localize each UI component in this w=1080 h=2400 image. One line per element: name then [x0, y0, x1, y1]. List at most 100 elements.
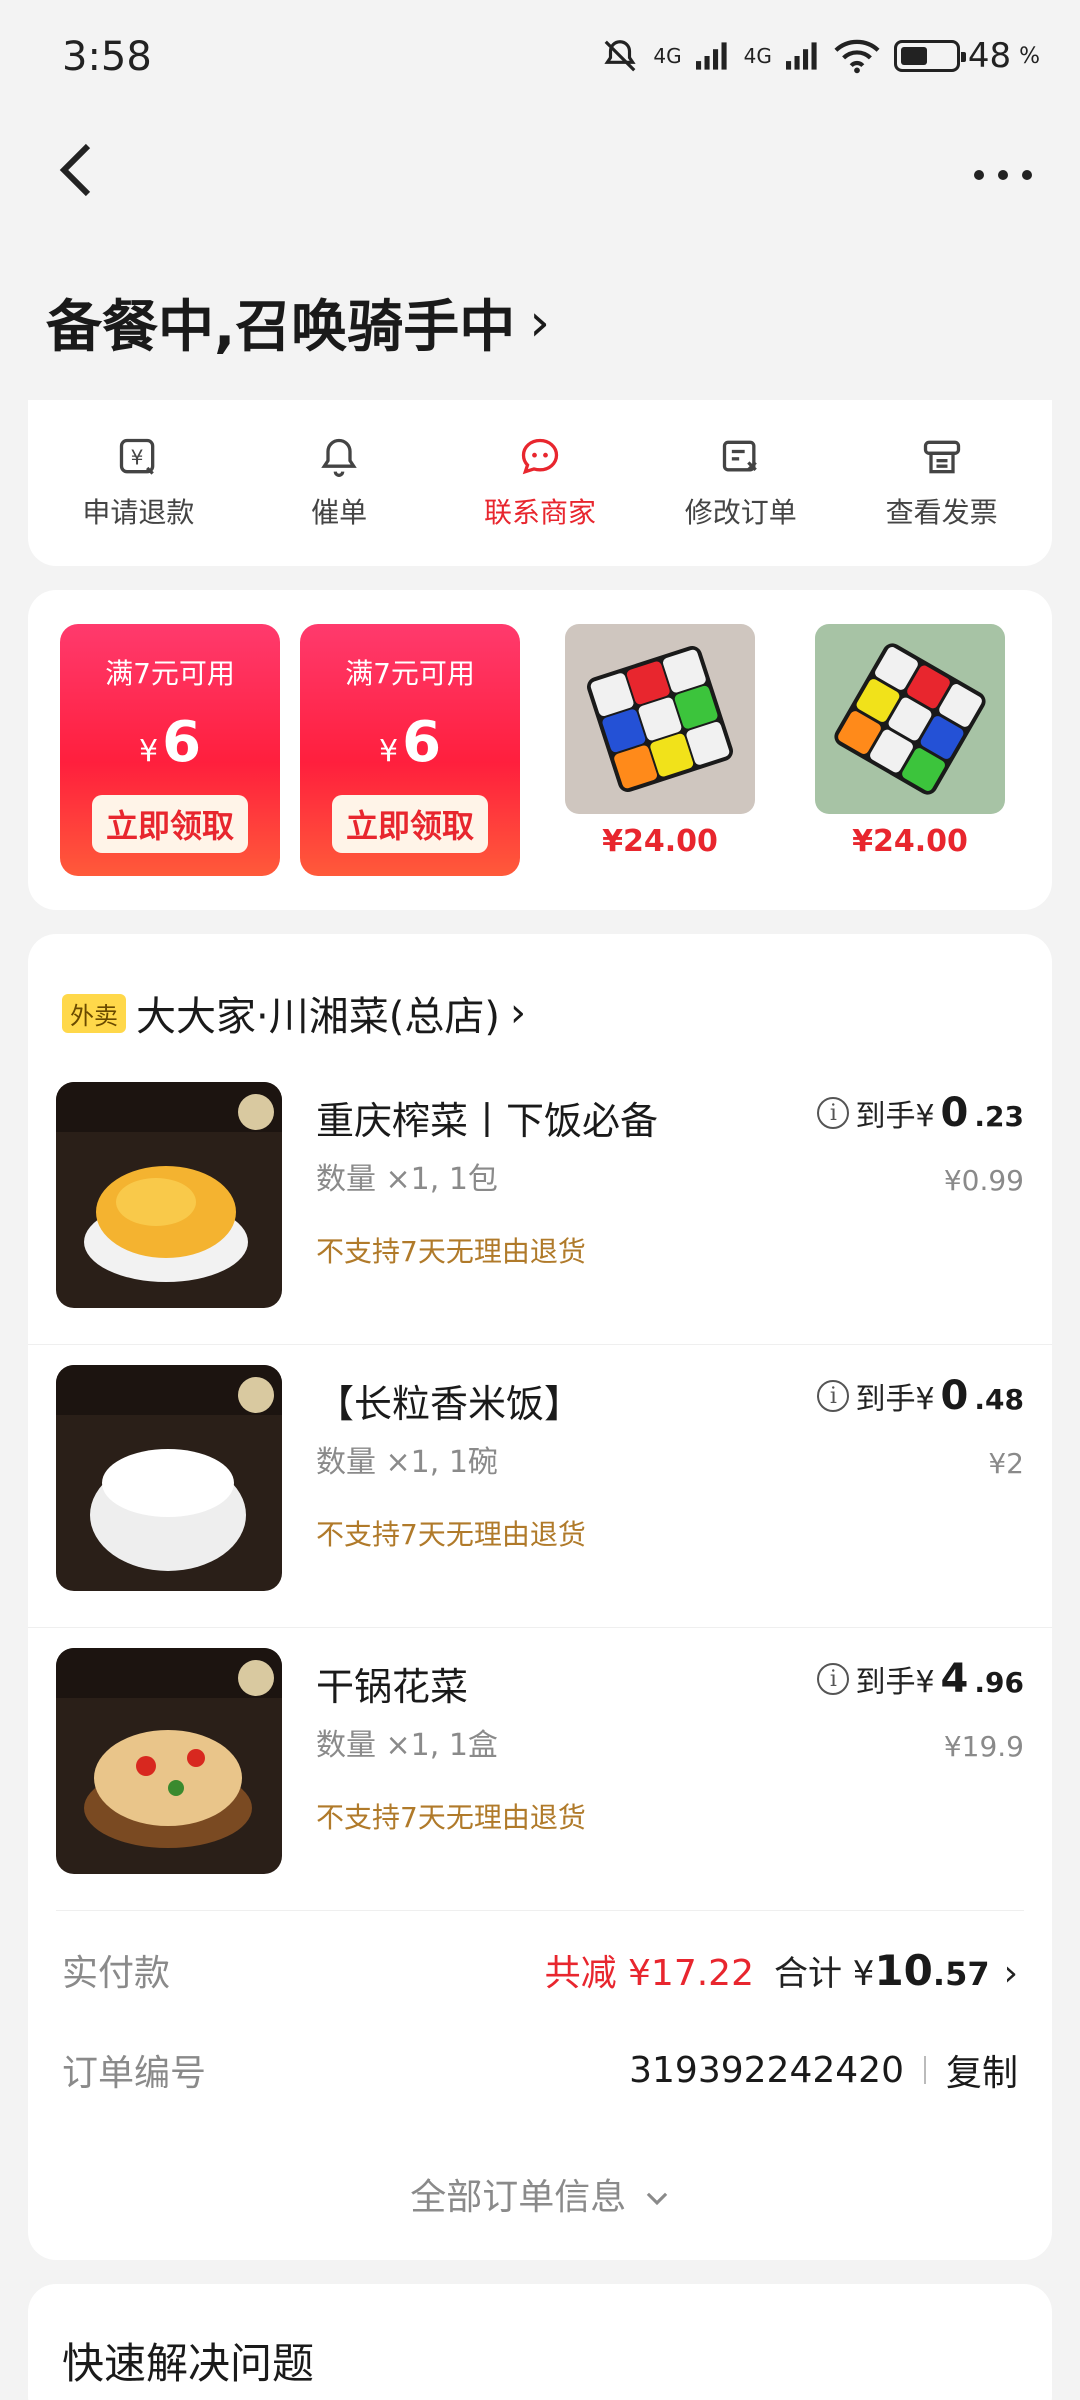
divider [56, 1910, 1024, 1911]
chevron-right-icon: › [509, 990, 526, 1036]
discount-total: 共减 ¥17.22 [544, 1953, 754, 1994]
coupon-condition: 满7元可用 [345, 657, 475, 690]
all-order-info-label: 全部订单信息 [410, 2177, 627, 2218]
rubiks-cube-image [815, 624, 1005, 814]
chat-icon [521, 438, 559, 475]
action-view-invoice[interactable]: 查看发票 [852, 435, 1032, 531]
signal-icon-2 [785, 42, 817, 70]
battery-fill [900, 47, 927, 65]
bell-icon [321, 438, 357, 477]
info-icon[interactable]: i [817, 1663, 850, 1695]
coupon-currency: ¥ [138, 734, 159, 769]
recommended-product[interactable]: ¥24.00 [550, 624, 770, 859]
order-status-title[interactable]: 备餐中,召唤骑手中 › [46, 282, 550, 363]
more-dot-icon [1022, 170, 1032, 180]
separator [923, 2056, 926, 2084]
item-original-price: ¥2 [988, 1447, 1024, 1480]
status-bar: 3:58 4G 4G 48% [0, 0, 1080, 110]
back-arrow-icon [59, 143, 91, 197]
item-quantity: 数量 ×1, 1碗 [316, 1445, 498, 1480]
battery-percent: 48 [967, 36, 1012, 76]
price-prefix: 到手¥ [855, 1099, 935, 1134]
store-header[interactable]: 外卖 大大家·川湘菜(总店) › [62, 984, 526, 1042]
chevron-right-icon: › [1003, 1953, 1018, 1994]
item-original-price: ¥19.9 [943, 1730, 1024, 1763]
price-prefix: 到手¥ [855, 1665, 935, 1700]
item-quantity: 数量 ×1, 1盒 [316, 1728, 498, 1763]
payment-summary: 共减 ¥17.22 合计 ¥10.57 › [545, 1944, 1018, 1996]
item-original-price: ¥0.99 [943, 1164, 1024, 1197]
store-name: 大大家·川湘菜(总店) [136, 994, 500, 1040]
delivery-tag: 外卖 [62, 993, 126, 1033]
quick-solve-title: 快速解决问题 [62, 2339, 315, 2388]
order-item[interactable]: 干锅花菜 数量 ×1, 1盒 不支持7天无理由退货 i 到手¥ 4.96 ¥19.… [28, 1620, 1052, 1903]
status-time: 3:58 [62, 34, 152, 80]
order-number-label: 订单编号 [62, 2053, 207, 2094]
food-image-pickled-mustard [56, 1082, 282, 1308]
coupon-value: 6 [402, 710, 442, 775]
coupon-value: 6 [162, 710, 202, 775]
chevron-down-icon [646, 2192, 667, 2206]
order-number: 319392242420 [629, 2049, 904, 2091]
coupon-condition: 满7元可用 [105, 657, 235, 690]
action-label: 催单 [311, 496, 368, 529]
action-contact-merchant[interactable]: 联系商家 [450, 435, 630, 531]
claim-coupon-button[interactable]: 立即领取 [91, 795, 248, 853]
more-dot-icon [974, 170, 984, 180]
action-urge[interactable]: 催单 [249, 435, 429, 531]
order-detail-card: 外卖 大大家·川湘菜(总店) › 重庆榨菜丨下饭必备 数量 ×1, 1包 不支持… [28, 934, 1052, 2260]
quick-solve-section: 快速解决问题 [28, 2284, 1052, 2400]
copy-button[interactable]: 复制 [946, 2044, 1018, 2096]
action-label: 申请退款 [82, 496, 195, 529]
order-item[interactable]: 【长粒香米饭】 数量 ×1, 1碗 不支持7天无理由退货 i 到手¥ 0.48 ¥… [28, 1337, 1052, 1620]
total-integer: 10 [874, 1946, 933, 1995]
action-modify-order[interactable]: 修改订单 [651, 435, 831, 531]
action-label: 查看发票 [885, 496, 998, 529]
more-options-button[interactable] [968, 160, 1038, 190]
order-actions-bar: ¥ 申请退款 催单 联系商家 修改订单 查看发票 [28, 400, 1052, 566]
payment-row[interactable]: 实付款 共减 ¥17.22 合计 ¥10.57 › [62, 1944, 1018, 1996]
all-order-info-toggle[interactable]: 全部订单信息 [28, 2168, 1052, 2220]
product-price: ¥24.00 [602, 824, 718, 859]
signal-icon [695, 42, 727, 70]
back-button[interactable] [56, 140, 106, 200]
coupon-amount: ¥ 6 [379, 710, 441, 775]
item-return-note: 不支持7天无理由退货 [316, 1518, 586, 1551]
wifi-icon [834, 39, 880, 74]
info-icon[interactable]: i [817, 1380, 850, 1412]
action-refund[interactable]: ¥ 申请退款 [48, 435, 228, 531]
order-item[interactable]: 重庆榨菜丨下饭必备 数量 ×1, 1包 不支持7天无理由退货 i 到手¥ 0.23… [28, 1054, 1052, 1337]
more-dot-icon [998, 170, 1008, 180]
paid-label: 实付款 [62, 1953, 171, 1994]
product-price: ¥24.00 [852, 824, 968, 859]
price-integer: 0 [940, 1090, 969, 1136]
percent-sign: % [1019, 43, 1040, 69]
network-label-1: 4G [653, 44, 682, 68]
coupon-card[interactable]: 满7元可用 ¥ 6 立即领取 [60, 624, 280, 876]
total-decimal: .57 [932, 1955, 990, 1993]
claim-coupon-button[interactable]: 立即领取 [331, 795, 488, 853]
refund-icon: ¥ [120, 438, 155, 475]
action-label: 修改订单 [684, 496, 797, 529]
item-name: 【长粒香米饭】 [316, 1382, 583, 1426]
price-decimal: .23 [974, 1100, 1024, 1133]
food-image-rice [56, 1365, 282, 1591]
coupon-currency: ¥ [378, 734, 399, 769]
order-status-text: 备餐中,召唤骑手中 [46, 295, 516, 360]
order-number-group: 319392242420 复制 [629, 2044, 1018, 2096]
battery: 48% [893, 36, 1040, 76]
price-prefix: 到手¥ [855, 1382, 935, 1417]
status-icons: 4G 4G 48% [601, 36, 1040, 76]
item-return-note: 不支持7天无理由退货 [316, 1235, 586, 1268]
info-icon[interactable]: i [817, 1097, 850, 1129]
battery-icon [893, 40, 966, 72]
price-integer: 0 [940, 1373, 969, 1419]
food-image-cauliflower [56, 1648, 282, 1874]
item-quantity: 数量 ×1, 1包 [316, 1162, 498, 1197]
coupon-card[interactable]: 满7元可用 ¥ 6 立即领取 [300, 624, 520, 876]
mute-bell-icon [604, 40, 636, 72]
recommended-product[interactable]: ¥24.00 [800, 624, 1020, 859]
item-price: i 到手¥ 0.48 [817, 1373, 1024, 1419]
promo-section: 满7元可用 ¥ 6 立即领取 满7元可用 ¥ 6 立即领取 ¥24.00 ¥24… [28, 590, 1052, 910]
network-label-2: 4G [743, 44, 772, 68]
